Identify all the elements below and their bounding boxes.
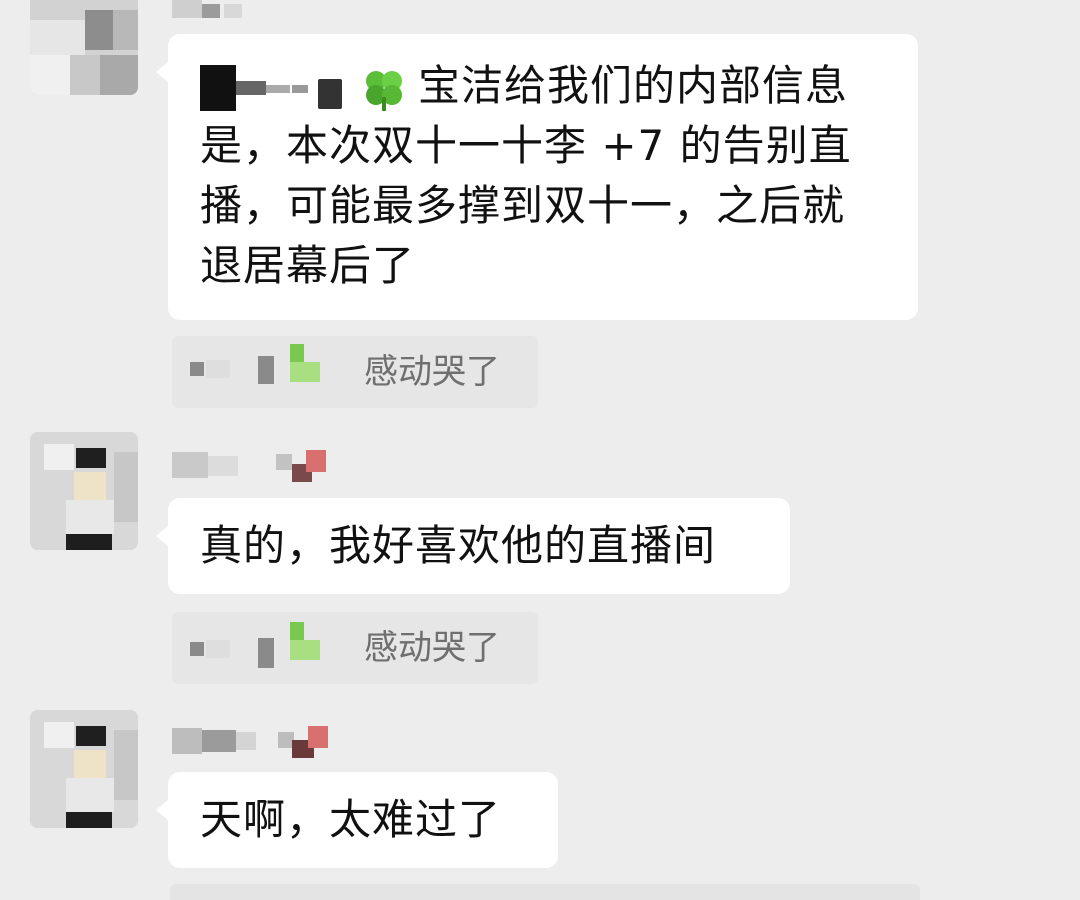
message-text: 宝洁给我们的内部信息 (200, 56, 888, 116)
reaction-text: 感动哭了 (364, 352, 500, 392)
reaction-quote[interactable]: 感动哭了 (172, 336, 538, 408)
message-bubble[interactable]: 宝洁给我们的内部信息 是，本次双十一十李 +7 的告别直 播，可能最多撑到双十一… (156, 34, 918, 320)
reaction-text: 感动哭了 (364, 628, 500, 668)
sender-avatar[interactable] (30, 432, 138, 550)
message-line: 是，本次双十一十李 +7 的告别直 (200, 121, 852, 170)
four-leaf-clover-icon (366, 70, 402, 111)
message-line: 退居幕后了 (200, 241, 416, 290)
reaction-quote[interactable]: 感动哭了 (172, 612, 538, 684)
sender-avatar[interactable] (30, 0, 138, 95)
message-text: 天啊，太难过了 (200, 795, 502, 844)
sender-avatar[interactable] (30, 710, 138, 828)
reaction-user-blurred (190, 642, 204, 656)
sender-name-blurred (172, 722, 332, 762)
message-bubble[interactable]: 天啊，太难过了 (156, 772, 558, 868)
reaction-user-blurred (190, 362, 204, 376)
mention-name-blurred (200, 64, 350, 113)
message-bubble[interactable]: 真的，我好喜欢他的直播间 (156, 498, 790, 594)
chat-window: 宝洁给我们的内部信息 是，本次双十一十李 +7 的告别直 播，可能最多撑到双十一… (0, 0, 1080, 900)
sender-name-blurred (172, 0, 262, 24)
message-text: 真的，我好喜欢他的直播间 (200, 521, 717, 570)
next-message-edge (170, 884, 920, 900)
message-line: 宝洁给我们的内部信息 (418, 61, 849, 110)
sender-name-blurred (172, 446, 332, 486)
message-line: 播，可能最多撑到双十一，之后就 (200, 181, 846, 230)
